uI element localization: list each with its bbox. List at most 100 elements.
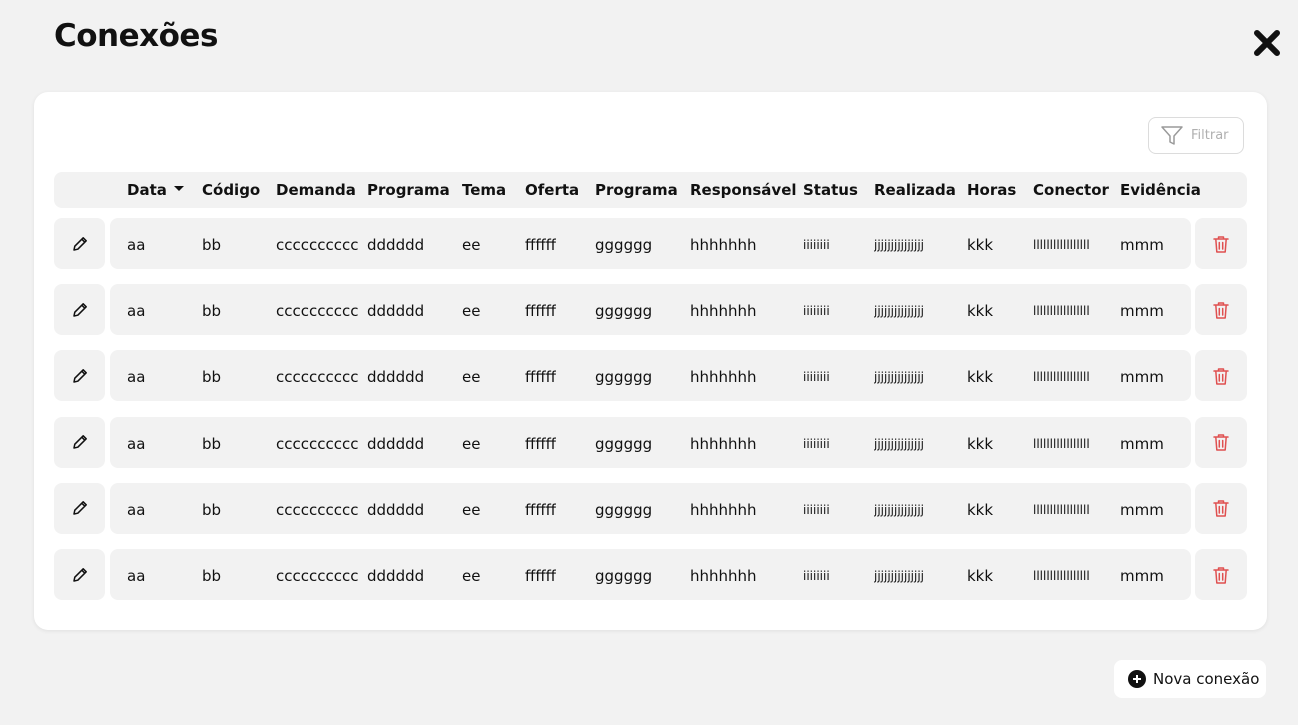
cell-demanda: cccccccccc: [276, 567, 359, 585]
cell-programa: dddddd: [367, 567, 425, 585]
trash-icon: [1213, 301, 1229, 319]
table-header: Data Código Demanda Programa Tema Oferta Progr…: [54, 172, 1247, 208]
pencil-icon: [72, 567, 87, 582]
cell-status: iiiiiiii: [803, 304, 830, 319]
table-row: aa bb cccccccccc dddddd ee ffffff gggggg hhhhhh…: [54, 549, 1247, 600]
column-header-oferta[interactable]: Oferta: [525, 172, 579, 208]
row-content[interactable]: aa bb cccccccccc dddddd ee ffffff gggggg hhhhhh…: [110, 482, 1191, 534]
cell-codigo: bb: [202, 302, 222, 321]
pencil-icon: [72, 302, 87, 317]
cell-programa-2: gggggg: [595, 302, 653, 321]
cell-data: aa: [127, 567, 146, 585]
pencil-icon: [72, 236, 87, 251]
column-header-data[interactable]: Data: [127, 172, 184, 208]
cell-programa-2: gggggg: [595, 500, 653, 519]
cell-horas: kkk: [967, 434, 994, 453]
column-header-label: Evidência: [1120, 181, 1201, 199]
column-header-tema[interactable]: Tema: [462, 172, 506, 208]
filter-label: Filtrar: [1191, 128, 1229, 143]
cell-evidencia: mmm: [1120, 236, 1164, 254]
edit-button[interactable]: [54, 482, 105, 534]
cell-programa: dddddd: [367, 500, 425, 519]
delete-button[interactable]: [1195, 482, 1247, 534]
column-header-label: Data: [127, 181, 167, 199]
cell-data: aa: [127, 434, 146, 453]
column-header-horas[interactable]: Horas: [967, 172, 1016, 208]
cell-tema: ee: [462, 302, 481, 321]
cell-codigo: bb: [202, 236, 222, 254]
column-header-label: Responsável: [690, 181, 797, 199]
edit-button[interactable]: [54, 416, 105, 468]
cell-codigo: bb: [202, 567, 222, 585]
cell-tema: ee: [462, 567, 481, 585]
cell-codigo: bb: [202, 434, 222, 453]
edit-button[interactable]: [54, 549, 105, 600]
cell-demanda: cccccccccc: [276, 500, 359, 519]
cell-demanda: cccccccccc: [276, 368, 359, 387]
table-row: aa bb cccccccccc dddddd ee ffffff gggggg hhhhhh…: [54, 218, 1247, 269]
cell-programa-2: gggggg: [595, 368, 653, 387]
cell-programa-2: gggggg: [595, 567, 653, 585]
column-header-conector[interactable]: Conector: [1033, 172, 1109, 208]
delete-button[interactable]: [1195, 284, 1247, 336]
cell-realizada: jjjjjjjjjjjjjjj: [874, 370, 925, 385]
cell-oferta: ffffff: [525, 567, 557, 585]
row-content[interactable]: aa bb cccccccccc dddddd ee ffffff gggggg hhhhhh…: [110, 350, 1191, 402]
column-header-codigo[interactable]: Código: [202, 172, 260, 208]
cell-programa-2: gggggg: [595, 434, 653, 453]
cell-oferta: ffffff: [525, 500, 557, 519]
filter-button[interactable]: Filtrar: [1148, 117, 1244, 154]
cell-realizada: jjjjjjjjjjjjjjj: [874, 502, 925, 517]
cell-responsavel: hhhhhhh: [690, 567, 757, 585]
cell-programa: dddddd: [367, 434, 425, 453]
row-content[interactable]: aa bb cccccccccc dddddd ee ffffff gggggg hhhhhh…: [110, 284, 1191, 336]
delete-button[interactable]: [1195, 416, 1247, 468]
edit-button[interactable]: [54, 350, 105, 402]
cell-horas: kkk: [967, 567, 994, 585]
new-connection-button[interactable]: Nova conexão: [1114, 660, 1266, 698]
trash-icon: [1213, 500, 1229, 518]
cell-responsavel: hhhhhhh: [690, 236, 757, 254]
row-content[interactable]: aa bb cccccccccc dddddd ee ffffff gggggg hhhhhh…: [110, 416, 1191, 468]
edit-button[interactable]: [54, 218, 105, 269]
trash-icon: [1213, 434, 1229, 451]
column-header-realizada[interactable]: Realizada: [874, 172, 956, 208]
cell-demanda: cccccccccc: [276, 302, 359, 321]
cell-oferta: ffffff: [525, 434, 557, 453]
cell-evidencia: mmm: [1120, 434, 1164, 453]
cell-programa: dddddd: [367, 302, 425, 321]
column-header-demanda[interactable]: Demanda: [276, 172, 356, 208]
cell-codigo: bb: [202, 500, 222, 519]
table-row: aa bb cccccccccc dddddd ee ffffff gggggg hhhhhh…: [54, 350, 1247, 402]
column-header-status[interactable]: Status: [803, 172, 858, 208]
delete-button[interactable]: [1195, 350, 1247, 402]
close-button[interactable]: [1252, 28, 1282, 58]
column-header-programa[interactable]: Programa: [367, 172, 450, 208]
row-content[interactable]: aa bb cccccccccc dddddd ee ffffff gggggg hhhhhh…: [110, 218, 1191, 269]
cell-status: iiiiiiii: [803, 502, 830, 517]
column-header-evidencia[interactable]: Evidência: [1120, 172, 1201, 208]
column-header-label: Programa: [595, 181, 678, 199]
new-connection-label: Nova conexão: [1153, 670, 1260, 688]
trash-icon: [1213, 368, 1229, 385]
cell-tema: ee: [462, 368, 481, 387]
cell-horas: kkk: [967, 500, 994, 519]
cell-realizada: jjjjjjjjjjjjjjj: [874, 304, 925, 319]
cell-data: aa: [127, 236, 146, 254]
row-content[interactable]: aa bb cccccccccc dddddd ee ffffff gggggg hhhhhh…: [110, 549, 1191, 600]
column-header-label: Código: [202, 181, 261, 199]
cell-conector: lllllllllllllllll: [1033, 238, 1090, 252]
column-header-programa-2[interactable]: Programa: [595, 172, 678, 208]
column-header-responsavel[interactable]: Responsável: [690, 172, 797, 208]
cell-horas: kkk: [967, 236, 994, 254]
cell-codigo: bb: [202, 368, 222, 387]
cell-conector: lllllllllllllllll: [1033, 370, 1090, 385]
delete-button[interactable]: [1195, 549, 1247, 600]
plus-circle-icon: [1128, 670, 1146, 688]
filter-icon: [1161, 125, 1183, 145]
delete-button[interactable]: [1195, 218, 1247, 269]
edit-button[interactable]: [54, 284, 105, 336]
table-row: aa bb cccccccccc dddddd ee ffffff gggggg hhhhhh…: [54, 284, 1247, 336]
cell-evidencia: mmm: [1120, 302, 1164, 321]
cell-conector: lllllllllllllllll: [1033, 569, 1090, 583]
